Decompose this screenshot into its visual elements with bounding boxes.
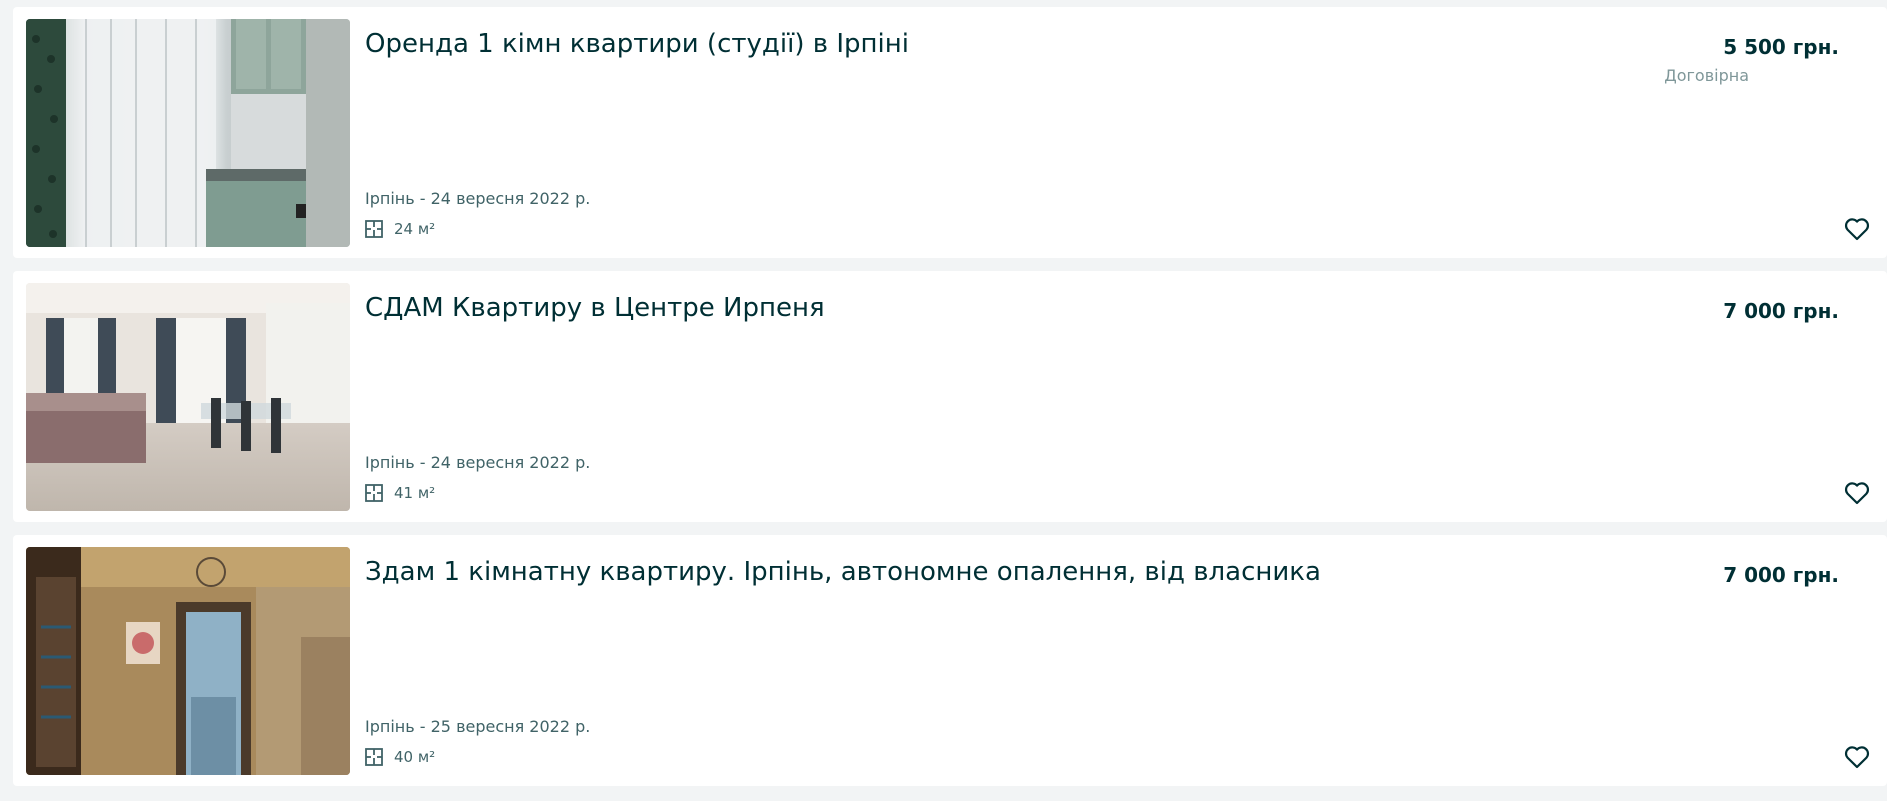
listing-location-date: Ірпінь - 25 вересня 2022 р.	[365, 717, 591, 736]
listing-title[interactable]: Здам 1 кімнатну квартиру. Ірпінь, автоно…	[365, 555, 1321, 589]
listing-title[interactable]: Оренда 1 кімн квартири (студії) в Ірпіні	[365, 27, 909, 61]
listing-area: 40 м²	[365, 748, 435, 766]
listing-price: 7 000 грн.	[1723, 299, 1839, 323]
floor-plan-icon	[365, 220, 383, 238]
listing-card[interactable]: СДАМ Квартиру в Центре Ирпеня 7 000 грн.…	[13, 271, 1887, 522]
floor-plan-icon	[365, 484, 383, 502]
favorite-button[interactable]	[1842, 478, 1872, 508]
heart-outline-icon	[1844, 218, 1870, 241]
favorite-button[interactable]	[1842, 742, 1872, 772]
listing-price: 7 000 грн.	[1723, 563, 1839, 587]
heart-outline-icon	[1844, 746, 1870, 769]
favorite-button[interactable]	[1842, 214, 1872, 244]
floor-plan-icon	[365, 748, 383, 766]
listing-location-date: Ірпінь - 24 вересня 2022 р.	[365, 453, 591, 472]
listing-photo[interactable]	[26, 547, 350, 775]
listing-location-date: Ірпінь - 24 вересня 2022 р.	[365, 189, 591, 208]
listing-list: Оренда 1 кімн квартири (студії) в Ірпіні…	[0, 0, 1887, 801]
area-value: 24 м²	[394, 220, 436, 238]
listing-area: 41 м²	[365, 484, 435, 502]
negotiable-label: Договірна	[1664, 66, 1749, 85]
listing-area: 24 м²	[365, 220, 435, 238]
listing-card[interactable]: Здам 1 кімнатну квартиру. Ірпінь, автоно…	[13, 535, 1887, 786]
listing-price: 5 500 грн.	[1723, 35, 1839, 59]
listing-title[interactable]: СДАМ Квартиру в Центре Ирпеня	[365, 291, 825, 325]
listing-photo[interactable]	[26, 19, 350, 247]
listing-photo[interactable]	[26, 283, 350, 511]
listing-card[interactable]: Оренда 1 кімн квартири (студії) в Ірпіні…	[13, 7, 1887, 258]
area-value: 41 м²	[394, 484, 436, 502]
area-value: 40 м²	[394, 748, 436, 766]
heart-outline-icon	[1844, 482, 1870, 505]
